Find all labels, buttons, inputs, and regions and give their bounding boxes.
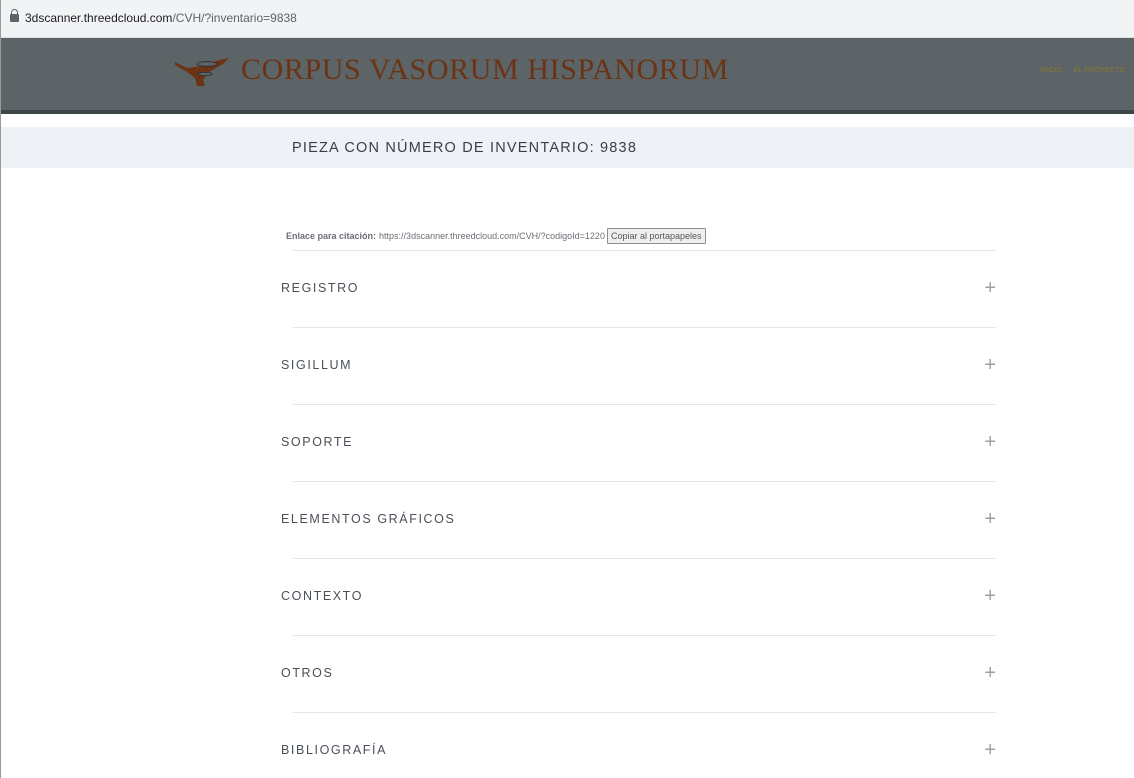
page-title: PIEZA CON NÚMERO DE INVENTARIO: 9838 <box>292 140 638 156</box>
nav-item-inicio[interactable]: INICIO <box>1040 67 1063 74</box>
section-label: SOPORTE <box>281 435 354 449</box>
plus-icon[interactable]: + <box>984 278 996 298</box>
vase-logo-icon[interactable] <box>173 54 231 88</box>
citation-label: Enlace para citación: <box>286 231 377 241</box>
section-otros[interactable]: OTROS + <box>281 635 996 712</box>
address-bar[interactable]: 3dscanner.threedcloud.com/CVH/?inventari… <box>1 0 1134 38</box>
url-host: 3dscanner.threedcloud.com <box>25 11 173 25</box>
url-text[interactable]: 3dscanner.threedcloud.com/CVH/?inventari… <box>25 11 297 25</box>
section-registro[interactable]: REGISTRO + <box>281 250 996 327</box>
section-label: ELEMENTOS GRÁFICOS <box>281 512 456 526</box>
section-label: BIBLIOGRAFÍA <box>281 743 388 757</box>
plus-icon[interactable]: + <box>984 663 996 683</box>
plus-icon[interactable]: + <box>984 509 996 529</box>
lock-icon <box>10 9 19 22</box>
section-bibliografia[interactable]: BIBLIOGRAFÍA + <box>281 712 996 778</box>
plus-icon[interactable]: + <box>984 355 996 375</box>
browser-window: 3dscanner.threedcloud.com/CVH/?inventari… <box>0 0 1134 778</box>
site-title[interactable]: CORPUS VASORUM HISPANORUM <box>241 53 729 87</box>
section-label: CONTEXTO <box>281 589 364 603</box>
section-elementos-graficos[interactable]: ELEMENTOS GRÁFICOS + <box>281 481 996 558</box>
main-nav: INICIO EL PROYECTO <box>1031 67 1125 74</box>
site-header: CORPUS VASORUM HISPANORUM INICIO EL PROY… <box>1 38 1134 114</box>
section-contexto[interactable]: CONTEXTO + <box>281 558 996 635</box>
citation-url: https://3dscanner.threedcloud.com/CVH/?c… <box>379 231 605 241</box>
section-soporte[interactable]: SOPORTE + <box>281 404 996 481</box>
section-label: REGISTRO <box>281 281 360 295</box>
citation-line: Enlace para citación: https://3dscanner.… <box>286 228 706 244</box>
section-sigillum[interactable]: SIGILLUM + <box>281 327 996 404</box>
section-label: OTROS <box>281 666 334 680</box>
plus-icon[interactable]: + <box>984 586 996 606</box>
plus-icon[interactable]: + <box>984 740 996 760</box>
copy-to-clipboard-button[interactable]: Copiar al portapapeles <box>606 228 706 244</box>
section-label: SIGILLUM <box>281 358 353 372</box>
nav-item-el-proyecto[interactable]: EL PROYECTO <box>1073 67 1125 74</box>
page-title-band: PIEZA CON NÚMERO DE INVENTARIO: 9838 <box>1 127 1134 168</box>
sections-accordion: REGISTRO + SIGILLUM + SOPORTE + ELEMENTO… <box>281 250 996 778</box>
plus-icon[interactable]: + <box>984 432 996 452</box>
url-path: /CVH/?inventario=9838 <box>172 11 297 25</box>
